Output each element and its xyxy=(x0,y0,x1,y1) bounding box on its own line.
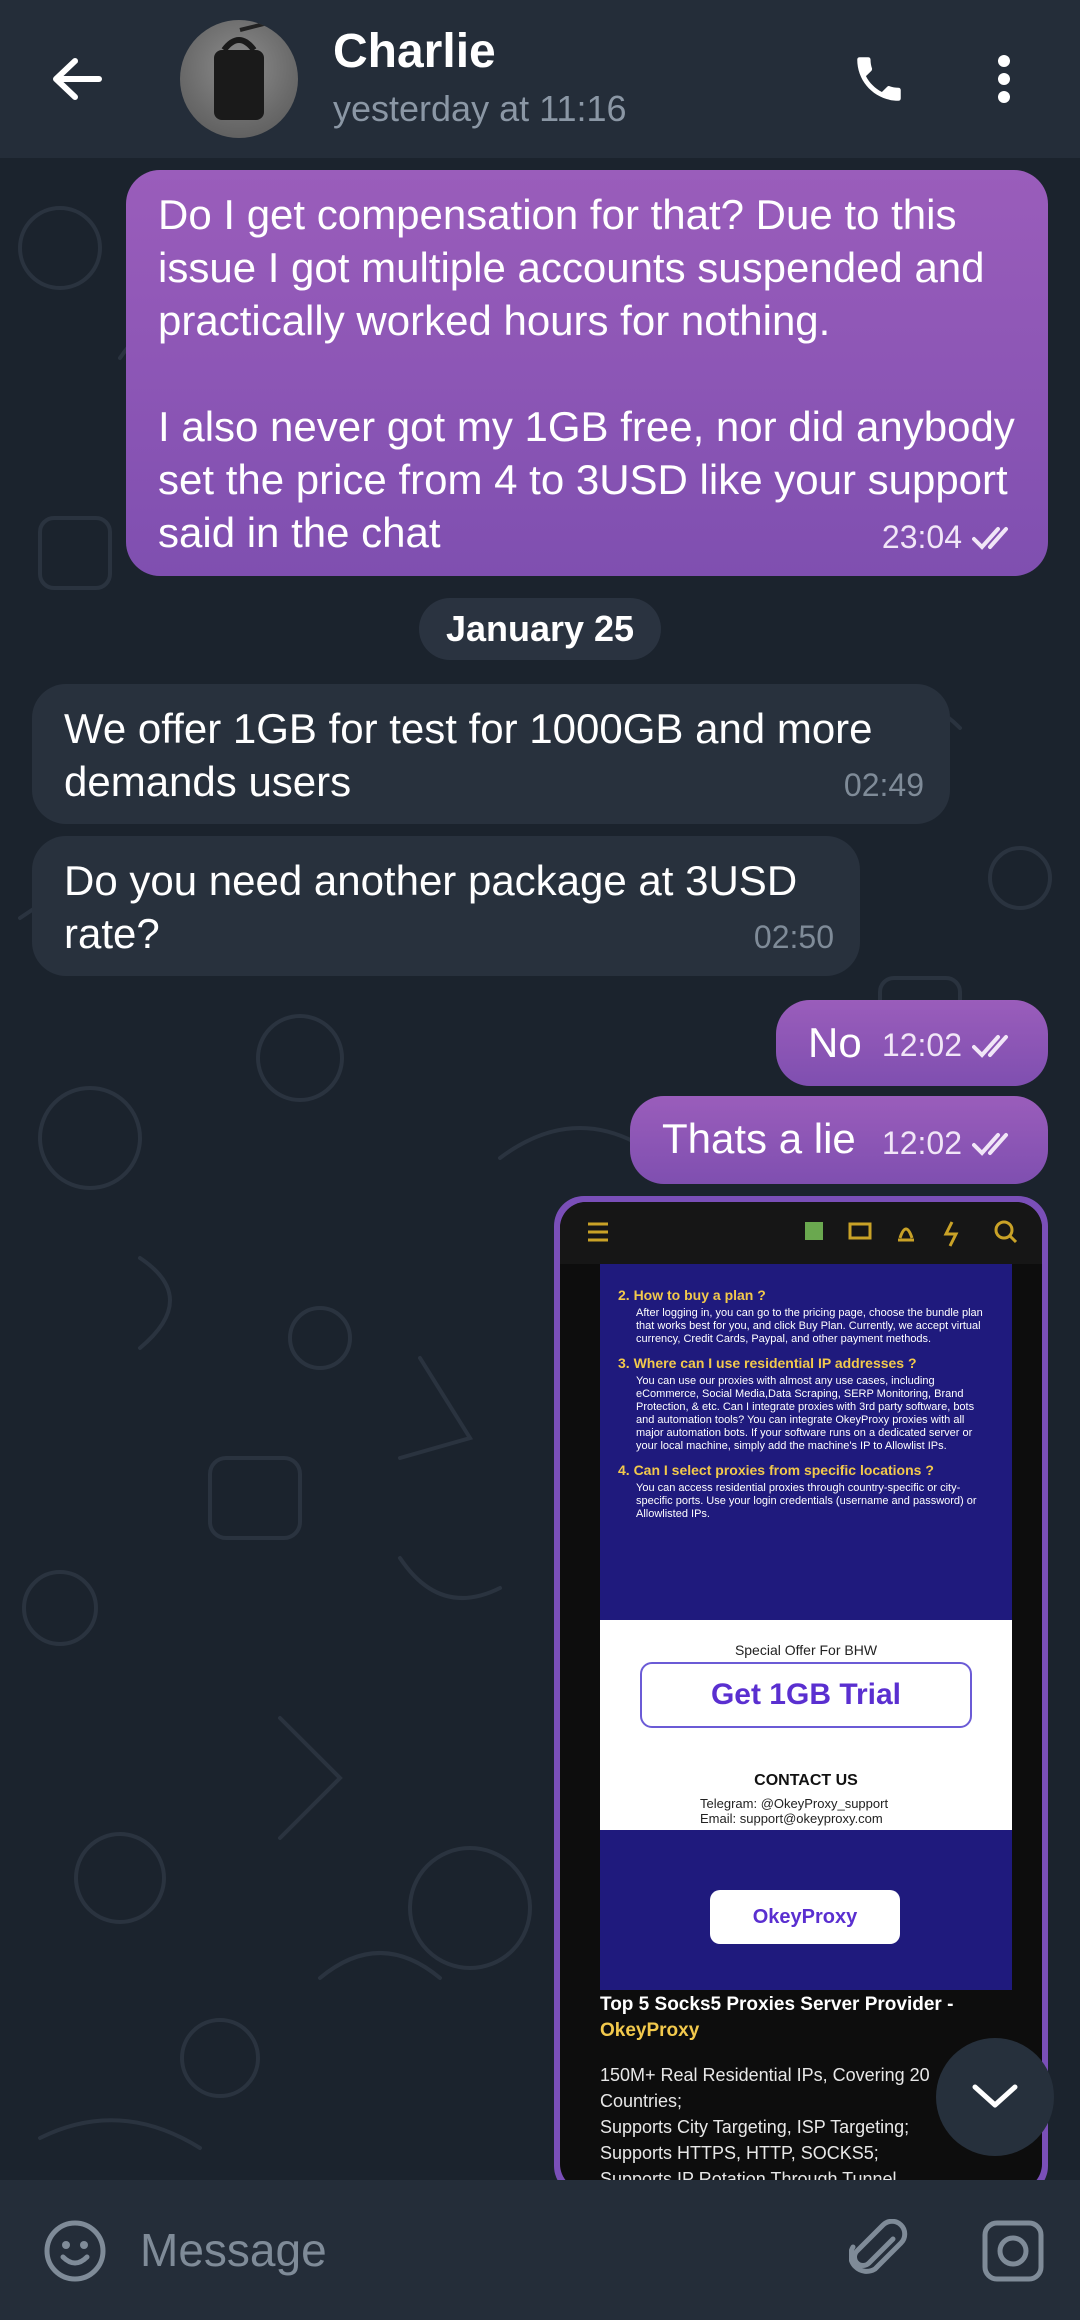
call-button[interactable] xyxy=(846,46,912,112)
faq-answer: You can use our proxies with almost any … xyxy=(636,1375,975,1452)
message-text: Do I get compensation for that? Due to t… xyxy=(158,191,1015,556)
date-separator: January 25 xyxy=(419,598,661,660)
message-input-bar xyxy=(0,2180,1080,2320)
message-bubble-outgoing[interactable]: Thats a lie 12:02 xyxy=(630,1096,1048,1184)
message-meta: 02:49 xyxy=(844,759,924,812)
double-check-icon xyxy=(972,526,1008,550)
message-bubble-incoming[interactable]: We offer 1GB for test for 1000GB and mor… xyxy=(32,684,950,824)
message-meta: 12:02 xyxy=(882,1117,1022,1170)
emoji-button[interactable] xyxy=(42,2218,108,2284)
emoji-icon xyxy=(44,2220,106,2282)
double-check-icon xyxy=(972,1132,1008,1156)
back-button[interactable] xyxy=(44,46,110,112)
message-time: 12:02 xyxy=(881,1125,962,1161)
scroll-to-bottom-button[interactable] xyxy=(936,2038,1054,2156)
camera-button[interactable] xyxy=(980,2218,1046,2284)
more-vertical-icon xyxy=(998,55,1010,103)
contact-details: Telegram: @OkeyProxy_support Email: supp… xyxy=(700,1796,888,1826)
faq-answer: After logging in, you can go to the pric… xyxy=(636,1307,983,1345)
last-seen-status: yesterday at 11:16 xyxy=(333,88,627,129)
contact-name[interactable]: Charlie xyxy=(333,24,496,79)
faq-question: 2. How to buy a plan ? xyxy=(618,1287,766,1303)
chat-header: Charlie yesterday at 11:16 xyxy=(0,0,1080,158)
okeyproxy-logo: OkeyProxy xyxy=(710,1890,900,1944)
title-main: Top 5 Socks5 Proxies Server Provider - xyxy=(600,1994,954,2015)
message-bubble-outgoing[interactable]: Do I get compensation for that? Due to t… xyxy=(126,170,1048,576)
message-text: We offer 1GB for test for 1000GB and mor… xyxy=(64,705,885,805)
title-brand: OkeyProxy xyxy=(600,2020,700,2041)
message-time: 02:49 xyxy=(843,767,924,803)
avatar-image xyxy=(214,20,281,120)
message-bubble-outgoing[interactable]: No 12:02 xyxy=(776,1000,1048,1086)
message-input[interactable] xyxy=(140,2214,820,2286)
screenshot-toolbar-icons xyxy=(588,1220,1018,1247)
message-meta: 02:50 xyxy=(754,911,834,964)
contact-heading: CONTACT US xyxy=(754,1772,858,1789)
email-text: Email: support@okeyproxy.com xyxy=(700,1811,883,1826)
double-check-icon xyxy=(972,1034,1008,1058)
attach-button[interactable] xyxy=(846,2218,912,2284)
message-time: 12:02 xyxy=(881,1027,962,1063)
back-arrow-icon xyxy=(53,58,102,100)
paperclip-icon xyxy=(849,2219,908,2274)
faq-question: 4. Can I select proxies from specific lo… xyxy=(618,1462,934,1478)
screenshot-image: 2. How to buy a plan ? After logging in,… xyxy=(560,1202,1042,2190)
screenshot-toolbar xyxy=(560,1202,1042,1264)
telegram-text: Telegram: @OkeyProxy_support xyxy=(700,1796,889,1811)
trial-banner: Get 1GB Trial xyxy=(640,1662,972,1728)
more-options-button[interactable] xyxy=(982,46,1026,112)
message-meta: 23:04 xyxy=(882,511,1022,564)
chevron-down-icon xyxy=(972,2084,1018,2108)
special-offer-text: Special Offer For BHW xyxy=(734,1642,878,1658)
message-time: 02:50 xyxy=(753,919,834,955)
message-text: Do you need another package at 3USD rate… xyxy=(64,857,809,957)
faq-answer: You can access residential proxies throu… xyxy=(636,1482,977,1520)
message-time: 23:04 xyxy=(881,519,962,555)
camera-icon xyxy=(982,2220,1044,2282)
message-meta: 12:02 xyxy=(882,1019,1022,1072)
avatar[interactable] xyxy=(180,20,298,138)
faq-question: 3. Where can I use residential IP addres… xyxy=(618,1355,917,1371)
phone-icon xyxy=(857,57,901,101)
screenshot-title: Top 5 Socks5 Proxies Server Provider - O… xyxy=(600,1992,1020,2044)
message-bubble-incoming[interactable]: Do you need another package at 3USD rate… xyxy=(32,836,860,976)
